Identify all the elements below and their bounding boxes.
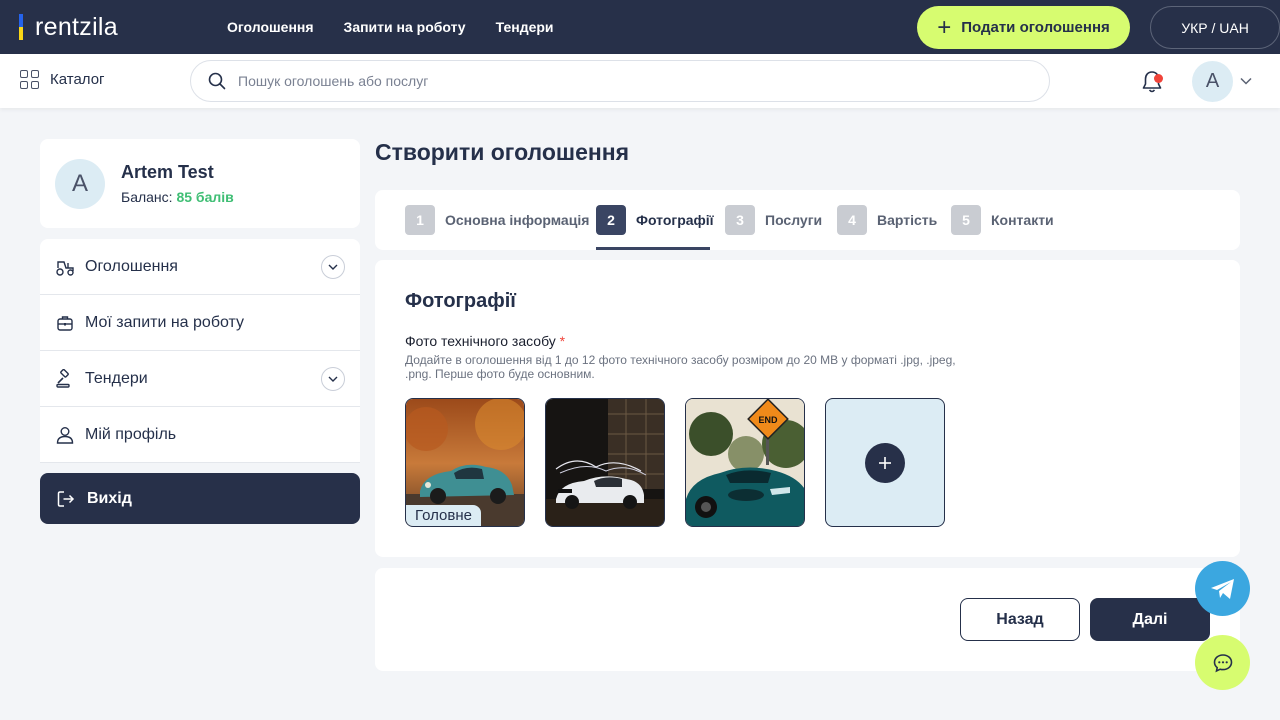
chat-icon — [1213, 653, 1232, 672]
sidebar-item-listings[interactable]: Оголошення — [40, 239, 360, 295]
photos-hint: Додайте в оголошення від 1 до 12 фото те… — [405, 353, 956, 381]
plus-icon: + — [937, 13, 952, 41]
top-navbar: rentzila Оголошення Запити на роботу Тен… — [0, 0, 1280, 54]
next-button[interactable]: Далі — [1090, 598, 1210, 641]
step-1[interactable]: 1 Основна інформація — [405, 205, 589, 235]
notification-dot — [1154, 74, 1163, 83]
plus-icon — [865, 442, 905, 483]
nav-link-listings[interactable]: Оголошення — [227, 19, 314, 35]
gavel-icon — [55, 368, 75, 389]
telegram-button[interactable] — [1195, 561, 1250, 616]
tractor-icon — [55, 257, 75, 277]
search-box — [190, 60, 1050, 102]
user-avatar[interactable]: A — [1192, 61, 1233, 102]
step-label: Вартість — [877, 212, 938, 228]
step-number: 4 — [837, 205, 867, 235]
grid-icon — [20, 70, 39, 89]
catalog-button[interactable]: Каталог — [20, 70, 105, 89]
add-photo-button[interactable] — [825, 398, 945, 527]
form-navigation: Назад Далі — [375, 568, 1240, 671]
logout-button[interactable]: Вихід — [40, 473, 360, 524]
search-row: Каталог A — [0, 54, 1280, 108]
chevron-down-icon[interactable] — [321, 255, 345, 279]
end-sign-text: END — [758, 415, 778, 425]
sidebar-item-tenders[interactable]: Тендери — [40, 351, 360, 407]
step-label: Основна інформація — [445, 212, 590, 228]
logout-icon — [56, 489, 76, 509]
notifications-button[interactable] — [1139, 69, 1165, 95]
post-listing-label: Подати оголошення — [961, 19, 1110, 36]
sidebar-item-label: Тендери — [85, 369, 148, 387]
step-label: Фотографії — [636, 212, 714, 228]
balance-label: Баланс: — [121, 189, 173, 205]
photos-title: Фотографії — [405, 290, 516, 312]
telegram-icon — [1210, 578, 1234, 599]
profile-balance: Баланс: 85 балів — [121, 189, 234, 205]
nav-link-tenders[interactable]: Тендери — [496, 19, 554, 35]
sidebar-menu: Оголошення Мої запити на роботу Тендери … — [40, 239, 360, 463]
step-2[interactable]: 2 Фотографії — [596, 205, 714, 235]
sidebar-item-job-requests[interactable]: Мої запити на роботу — [40, 295, 360, 351]
profile-name: Artem Test — [121, 162, 214, 182]
step-number: 5 — [951, 205, 981, 235]
chevron-down-icon[interactable] — [1239, 74, 1253, 88]
logo-flag-icon — [19, 14, 23, 40]
language-currency-button[interactable]: УКР / UAH — [1150, 6, 1280, 49]
step-label: Послуги — [765, 212, 823, 228]
page-title: Створити оголошення — [375, 139, 630, 165]
step-number: 1 — [405, 205, 435, 235]
step-number: 3 — [725, 205, 755, 235]
main-photo-badge: Головне — [406, 505, 481, 526]
required-mark: * — [559, 333, 566, 349]
back-button[interactable]: Назад — [960, 598, 1080, 641]
step-number: 2 — [596, 205, 626, 235]
step-3[interactable]: 3 Послуги — [725, 205, 822, 235]
sidebar-item-label: Мої запити на роботу — [85, 313, 245, 331]
catalog-label: Каталог — [50, 71, 105, 88]
user-icon — [55, 425, 75, 445]
photos-field-label: Фото технічного засобу * — [405, 333, 565, 349]
chevron-down-icon[interactable] — [321, 367, 345, 391]
profile-avatar: A — [55, 159, 105, 209]
nav-link-job-requests[interactable]: Запити на роботу — [344, 19, 466, 35]
photo-thumbnail-2[interactable] — [545, 398, 665, 527]
photo-image — [546, 399, 664, 526]
main-nav: Оголошення Запити на роботу Тендери — [227, 0, 554, 54]
photo-thumbnail-1[interactable]: Головне — [405, 398, 525, 527]
stepper: 1 Основна інформація 2 Фотографії 3 Посл… — [375, 190, 1240, 250]
photo-thumbnail-3[interactable]: END — [685, 398, 805, 527]
field-label-text: Фото технічного засобу — [405, 333, 556, 349]
search-input[interactable] — [238, 73, 1018, 89]
step-4[interactable]: 4 Вартість — [837, 205, 937, 235]
logo[interactable]: rentzila — [19, 13, 118, 41]
active-step-indicator — [596, 247, 710, 250]
photos-section: Фотографії Фото технічного засобу * Дода… — [375, 260, 1240, 557]
balance-value: 85 балів — [176, 189, 234, 205]
sidebar-item-profile[interactable]: Мій профіль — [40, 407, 360, 463]
briefcase-icon — [55, 313, 75, 333]
step-label: Контакти — [991, 212, 1054, 228]
chat-button[interactable] — [1195, 635, 1250, 690]
sidebar-item-label: Мій профіль — [85, 425, 177, 443]
logo-text: rentzila — [35, 12, 118, 41]
profile-card: A Artem Test Баланс: 85 балів — [40, 139, 360, 228]
step-5[interactable]: 5 Контакти — [951, 205, 1054, 235]
search-icon — [208, 72, 226, 90]
post-listing-button[interactable]: + Подати оголошення — [917, 6, 1130, 49]
logout-label: Вихід — [87, 489, 132, 507]
sidebar-item-label: Оголошення — [85, 257, 178, 275]
photo-image: END — [686, 399, 804, 526]
